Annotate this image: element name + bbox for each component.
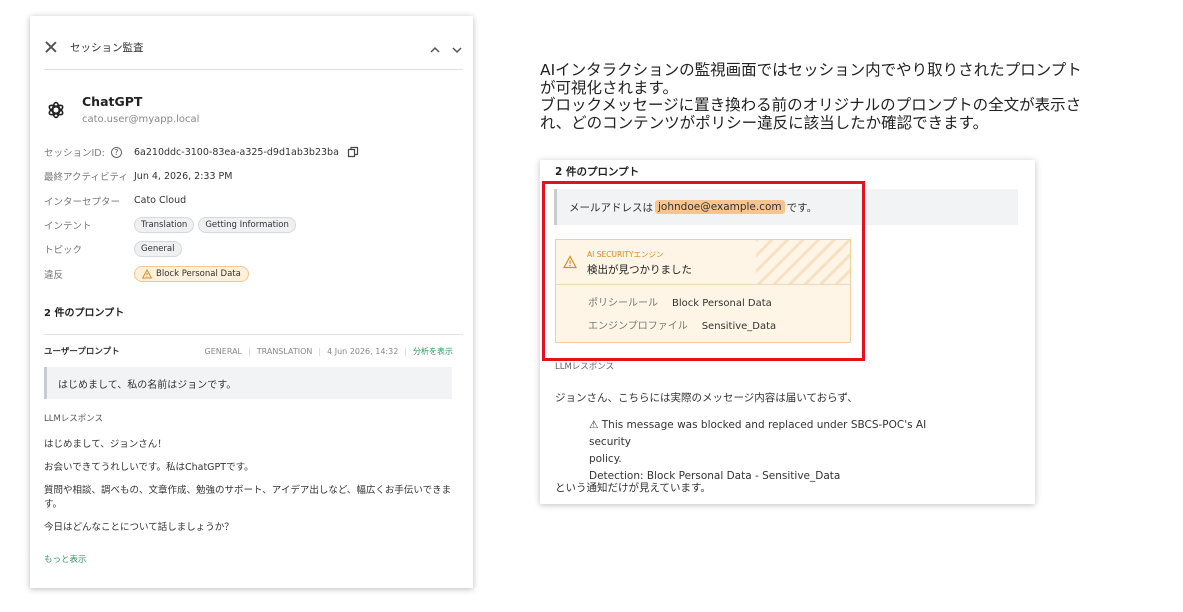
- panel-title: セッション監査: [70, 41, 144, 54]
- card-title: 2 件のプロンプト: [555, 166, 640, 178]
- copy-icon[interactable]: [347, 146, 359, 158]
- meta-label: 違反: [44, 269, 64, 281]
- llm-response-label: LLMレスポンス: [44, 414, 104, 424]
- user-prompt-header: ユーザープロンプト GENERAL | TRANSLATION | 4 Jun …: [44, 346, 453, 358]
- llm-paragraph: はじめまして、ジョンさん！: [44, 439, 167, 450]
- meta-row-violation: 違反 Block Personal Data: [44, 261, 464, 285]
- violation-chip: Block Personal Data: [134, 265, 249, 282]
- session-meta: セッションID:? 6a210ddc-3100-83ea-a325-d9d1ab…: [44, 140, 464, 286]
- highlight-frame: [542, 181, 865, 361]
- topic-chip: General: [134, 241, 182, 258]
- app-name: ChatGPT: [82, 94, 143, 109]
- divider: [44, 69, 463, 70]
- session-id: 6a210ddc-3100-83ea-a325-d9d1ab3b23ba: [134, 146, 339, 158]
- llm-paragraph: お会いできてうれしいです。私はChatGPTです。: [44, 462, 254, 473]
- meta-label: トピック: [44, 245, 83, 257]
- llm-paragraph: という通知だけが見えています。: [555, 482, 711, 494]
- close-icon[interactable]: [44, 40, 58, 54]
- blocked-line: ⚠ This message was blocked and replaced …: [589, 419, 927, 448]
- meta-row-intent: インテント Translation Getting Information: [44, 213, 464, 237]
- show-analysis-link[interactable]: 分析を表示: [413, 346, 453, 357]
- user-prompt-label: ユーザープロンプト: [44, 347, 120, 357]
- meta-row-interceptor: インターセプター Cato Cloud: [44, 189, 464, 213]
- description-line: AIインタラクションの監視画面ではセッション内でやり取りされたプロンプト: [540, 61, 1082, 79]
- meta-row-last-activity: 最終アクティビティ Jun 4, 2026, 2:33 PM: [44, 164, 464, 188]
- show-more-link[interactable]: もっと表示: [44, 553, 87, 565]
- description-line: が可視化されます。: [540, 78, 678, 97]
- llm-paragraph: 質問や相談、調べもの、文章作成、勉強のサポート、アイデア出しなど、幅広くお手伝い…: [44, 485, 452, 510]
- llm-response-label: LLMレスポンス: [555, 362, 615, 372]
- meta-row-topic: トピック General: [44, 237, 464, 261]
- session-audit-panel: セッション監査 ChatGPT cato.user@myapp.local セッ…: [30, 16, 473, 588]
- intent-chip: Translation: [134, 217, 195, 234]
- interceptor: Cato Cloud: [134, 195, 187, 207]
- description-line: れ、どのコンテンツがポリシー違反に該当したか確認できます。: [540, 113, 989, 132]
- help-icon[interactable]: ?: [110, 146, 122, 158]
- meta-row-session-id: セッションID:? 6a210ddc-3100-83ea-a325-d9d1ab…: [44, 140, 464, 164]
- chevron-up-icon[interactable]: [429, 41, 441, 53]
- chevron-down-icon[interactable]: [451, 41, 463, 54]
- intent-chip: Getting Information: [198, 217, 296, 234]
- meta-label: 最終アクティビティ: [44, 172, 128, 184]
- llm-paragraph: 今日はどんなことについて話しましょうか？: [44, 522, 234, 533]
- chatgpt-logo-icon: [48, 101, 64, 119]
- blocked-line: policy.: [589, 453, 622, 465]
- prompts-title: 2 件のプロンプト: [44, 308, 125, 319]
- violation-text: Block Personal Data: [156, 268, 241, 279]
- llm-paragraph: ジョンさん、こちらには実際のメッセージ内容は届いておらず、: [555, 392, 858, 404]
- meta-label: セッションID:: [44, 148, 105, 160]
- last-activity: Jun 4, 2026, 2:33 PM: [134, 170, 233, 182]
- divider: [44, 334, 463, 335]
- panel-header: セッション監査: [44, 38, 463, 56]
- meta-label: インテント: [44, 221, 92, 233]
- tag-general: GENERAL: [204, 346, 243, 356]
- description-text: AIインタラクションの監視画面ではセッション内でやり取りされたプロンプト が可視…: [540, 61, 1170, 132]
- blocked-message: ⚠ This message was blocked and replaced …: [589, 417, 969, 485]
- warning-icon: [142, 268, 152, 279]
- app-user: cato.user@myapp.local: [82, 114, 200, 125]
- app-info: ChatGPT cato.user@myapp.local: [46, 94, 199, 125]
- meta-label: インターセプター: [44, 196, 121, 208]
- user-prompt-text: はじめまして、私の名前はジョンです。: [44, 367, 452, 399]
- tag-translation: TRANSLATION: [256, 346, 313, 356]
- prompt-date: 4 Jun 2026, 14:32: [327, 346, 399, 356]
- llm-response-body: はじめまして、ジョンさん！ お会いできてうれしいです。私はChatGPTです。 …: [44, 438, 454, 544]
- description-line: ブロックメッセージに置き換わる前のオリジナルのプロンプトの全文が表示さ: [540, 96, 1082, 114]
